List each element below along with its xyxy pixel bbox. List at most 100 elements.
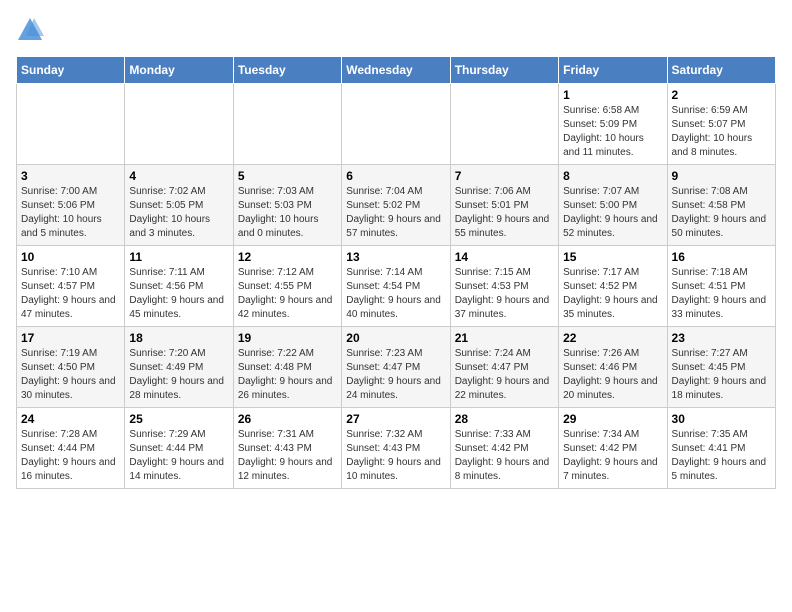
logo-lockup — [16, 16, 48, 44]
day-info: Sunrise: 7:04 AM Sunset: 5:02 PM Dayligh… — [346, 185, 445, 241]
day-info: Sunrise: 7:17 AM Sunset: 4:52 PM Dayligh… — [563, 266, 662, 322]
day-number: 10 — [21, 250, 120, 264]
day-number: 2 — [672, 88, 771, 102]
day-number: 4 — [129, 169, 228, 183]
calendar-cell — [233, 84, 341, 165]
calendar-cell: 24 Sunrise: 7:28 AM Sunset: 4:44 PM Dayli… — [17, 408, 125, 489]
day-number: 22 — [563, 331, 662, 345]
calendar-cell: 19 Sunrise: 7:22 AM Sunset: 4:48 PM Dayli… — [233, 327, 341, 408]
day-info: Sunrise: 7:00 AM Sunset: 5:06 PM Dayligh… — [21, 185, 120, 241]
calendar-cell: 28Sunrise: 7:33 AM Sunset: 4:42 PM Dayli… — [450, 408, 558, 489]
calendar-cell: 4Sunrise: 7:02 AM Sunset: 5:05 PM Daylig… — [125, 165, 233, 246]
day-number: 21 — [455, 331, 554, 345]
calendar-cell: 29 Sunrise: 7:34 AM Sunset: 4:42 PM Dayli… — [559, 408, 667, 489]
day-number: 1 — [563, 88, 662, 102]
calendar-cell: 11 Sunrise: 7:11 AM Sunset: 4:56 PM Dayli… — [125, 246, 233, 327]
day-number: 11 — [129, 250, 228, 264]
day-header-wednesday: Wednesday — [342, 57, 450, 84]
day-header-friday: Friday — [559, 57, 667, 84]
calendar-cell: 23 Sunrise: 7:27 AM Sunset: 4:45 PM Dayli… — [667, 327, 775, 408]
day-info: Sunrise: 7:12 AM Sunset: 4:55 PM Dayligh… — [238, 266, 337, 322]
day-info: Sunrise: 7:24 AM Sunset: 4:47 PM Dayligh… — [455, 347, 554, 403]
day-info: Sunrise: 7:23 AM Sunset: 4:47 PM Dayligh… — [346, 347, 445, 403]
day-info: Sunrise: 7:19 AM Sunset: 4:50 PM Dayligh… — [21, 347, 120, 403]
day-number: 20 — [346, 331, 445, 345]
day-info: Sunrise: 7:31 AM Sunset: 4:43 PM Dayligh… — [238, 428, 337, 484]
day-info: Sunrise: 7:22 AM Sunset: 4:48 PM Dayligh… — [238, 347, 337, 403]
day-header-thursday: Thursday — [450, 57, 558, 84]
calendar-week-4: 17 Sunrise: 7:19 AM Sunset: 4:50 PM Dayli… — [17, 327, 776, 408]
day-header-saturday: Saturday — [667, 57, 775, 84]
day-info: Sunrise: 6:59 AM Sunset: 5:07 PM Dayligh… — [672, 104, 771, 160]
calendar-cell: 13 Sunrise: 7:14 AM Sunset: 4:54 PM Dayli… — [342, 246, 450, 327]
day-info: Sunrise: 7:06 AM Sunset: 5:01 PM Dayligh… — [455, 185, 554, 241]
day-info: Sunrise: 7:32 AM Sunset: 4:43 PM Dayligh… — [346, 428, 445, 484]
day-info: Sunrise: 7:29 AM Sunset: 4:44 PM Dayligh… — [129, 428, 228, 484]
day-info: Sunrise: 6:58 AM Sunset: 5:09 PM Dayligh… — [563, 104, 662, 160]
day-info: Sunrise: 7:10 AM Sunset: 4:57 PM Dayligh… — [21, 266, 120, 322]
day-info: Sunrise: 7:34 AM Sunset: 4:42 PM Dayligh… — [563, 428, 662, 484]
day-number: 5 — [238, 169, 337, 183]
calendar-cell: 8Sunrise: 7:07 AM Sunset: 5:00 PM Daylig… — [559, 165, 667, 246]
day-number: 15 — [563, 250, 662, 264]
calendar-week-5: 24 Sunrise: 7:28 AM Sunset: 4:44 PM Dayli… — [17, 408, 776, 489]
day-header-tuesday: Tuesday — [233, 57, 341, 84]
day-info: Sunrise: 7:14 AM Sunset: 4:54 PM Dayligh… — [346, 266, 445, 322]
day-number: 26 — [238, 412, 337, 426]
day-number: 8 — [563, 169, 662, 183]
day-number: 12 — [238, 250, 337, 264]
calendar-cell: 22 Sunrise: 7:26 AM Sunset: 4:46 PM Dayli… — [559, 327, 667, 408]
day-number: 25 — [129, 412, 228, 426]
day-number: 19 — [238, 331, 337, 345]
day-number: 13 — [346, 250, 445, 264]
calendar-cell: 16 Sunrise: 7:18 AM Sunset: 4:51 PM Dayli… — [667, 246, 775, 327]
calendar-cell: 18Sunrise: 7:20 AM Sunset: 4:49 PM Dayli… — [125, 327, 233, 408]
day-number: 29 — [563, 412, 662, 426]
calendar-cell: 14Sunrise: 7:15 AM Sunset: 4:53 PM Dayli… — [450, 246, 558, 327]
calendar-cell: 26 Sunrise: 7:31 AM Sunset: 4:43 PM Dayli… — [233, 408, 341, 489]
day-number: 9 — [672, 169, 771, 183]
calendar-cell: 17 Sunrise: 7:19 AM Sunset: 4:50 PM Dayli… — [17, 327, 125, 408]
day-number: 7 — [455, 169, 554, 183]
calendar-cell: 6Sunrise: 7:04 AM Sunset: 5:02 PM Daylig… — [342, 165, 450, 246]
calendar-cell: 12 Sunrise: 7:12 AM Sunset: 4:55 PM Dayli… — [233, 246, 341, 327]
logo-icon — [16, 16, 44, 44]
calendar-week-1: 1 Sunrise: 6:58 AM Sunset: 5:09 PM Daylig… — [17, 84, 776, 165]
calendar-cell: 1 Sunrise: 6:58 AM Sunset: 5:09 PM Daylig… — [559, 84, 667, 165]
calendar-cell — [125, 84, 233, 165]
day-info: Sunrise: 7:03 AM Sunset: 5:03 PM Dayligh… — [238, 185, 337, 241]
day-number: 14 — [455, 250, 554, 264]
calendar-cell — [450, 84, 558, 165]
calendar-cell — [17, 84, 125, 165]
day-info: Sunrise: 7:18 AM Sunset: 4:51 PM Dayligh… — [672, 266, 771, 322]
calendar-cell: 3 Sunrise: 7:00 AM Sunset: 5:06 PM Daylig… — [17, 165, 125, 246]
day-info: Sunrise: 7:26 AM Sunset: 4:46 PM Dayligh… — [563, 347, 662, 403]
calendar-week-2: 3 Sunrise: 7:00 AM Sunset: 5:06 PM Daylig… — [17, 165, 776, 246]
day-number: 17 — [21, 331, 120, 345]
day-info: Sunrise: 7:08 AM Sunset: 4:58 PM Dayligh… — [672, 185, 771, 241]
day-info: Sunrise: 7:35 AM Sunset: 4:41 PM Dayligh… — [672, 428, 771, 484]
day-number: 16 — [672, 250, 771, 264]
calendar-cell: 20 Sunrise: 7:23 AM Sunset: 4:47 PM Dayli… — [342, 327, 450, 408]
calendar-cell: 2 Sunrise: 6:59 AM Sunset: 5:07 PM Daylig… — [667, 84, 775, 165]
logo — [16, 16, 48, 44]
day-number: 30 — [672, 412, 771, 426]
calendar-cell: 7 Sunrise: 7:06 AM Sunset: 5:01 PM Daylig… — [450, 165, 558, 246]
day-info: Sunrise: 7:27 AM Sunset: 4:45 PM Dayligh… — [672, 347, 771, 403]
calendar-cell: 15 Sunrise: 7:17 AM Sunset: 4:52 PM Dayli… — [559, 246, 667, 327]
calendar-cell: 9 Sunrise: 7:08 AM Sunset: 4:58 PM Daylig… — [667, 165, 775, 246]
calendar-cell: 10 Sunrise: 7:10 AM Sunset: 4:57 PM Dayli… — [17, 246, 125, 327]
day-info: Sunrise: 7:28 AM Sunset: 4:44 PM Dayligh… — [21, 428, 120, 484]
day-number: 24 — [21, 412, 120, 426]
day-info: Sunrise: 7:20 AM Sunset: 4:49 PM Dayligh… — [129, 347, 228, 403]
day-number: 3 — [21, 169, 120, 183]
day-number: 28 — [455, 412, 554, 426]
day-number: 23 — [672, 331, 771, 345]
calendar-cell: 25 Sunrise: 7:29 AM Sunset: 4:44 PM Dayli… — [125, 408, 233, 489]
day-info: Sunrise: 7:11 AM Sunset: 4:56 PM Dayligh… — [129, 266, 228, 322]
calendar-cell: 21 Sunrise: 7:24 AM Sunset: 4:47 PM Dayli… — [450, 327, 558, 408]
calendar-header-row: SundayMondayTuesdayWednesdayThursdayFrid… — [17, 57, 776, 84]
day-header-monday: Monday — [125, 57, 233, 84]
calendar-cell: 27Sunrise: 7:32 AM Sunset: 4:43 PM Dayli… — [342, 408, 450, 489]
calendar-cell: 5 Sunrise: 7:03 AM Sunset: 5:03 PM Daylig… — [233, 165, 341, 246]
